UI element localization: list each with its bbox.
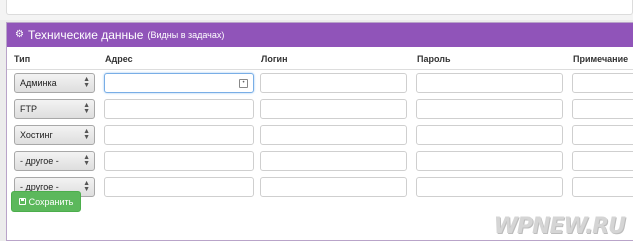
type-select[interactable]: Админка ▲ ▼ bbox=[14, 73, 95, 93]
save-button[interactable]: Сохранить bbox=[11, 191, 81, 212]
address-input[interactable] bbox=[104, 177, 254, 197]
table-row: FTP ▲ ▼ bbox=[7, 99, 633, 121]
column-header-password: Пароль bbox=[417, 54, 451, 64]
top-panel-strip bbox=[0, 0, 633, 20]
type-select[interactable]: - другое - ▲ ▼ bbox=[14, 151, 95, 171]
column-header-login: Логин bbox=[261, 54, 288, 64]
note-input[interactable] bbox=[572, 73, 633, 93]
type-select-value: - другое - bbox=[20, 156, 59, 166]
type-select-value: Хостинг bbox=[20, 130, 53, 140]
panel-header: ⚙ Технические данные (Видны в задачах) bbox=[7, 23, 633, 47]
column-header-address: Адрес bbox=[105, 54, 133, 64]
header-separator bbox=[7, 69, 633, 70]
panel-title: Технические данные bbox=[27, 28, 144, 42]
column-header-type: Тип bbox=[14, 54, 31, 64]
panel-subtitle: (Видны в задачах) bbox=[147, 30, 225, 40]
login-input[interactable] bbox=[260, 151, 407, 171]
column-header-note: Примечание bbox=[573, 54, 629, 64]
save-button-label: Сохранить bbox=[28, 196, 74, 207]
address-input[interactable]: • bbox=[104, 73, 254, 93]
type-select-value: Админка bbox=[20, 78, 57, 88]
select-arrows-icon: ▲ ▼ bbox=[83, 128, 90, 141]
password-input[interactable] bbox=[416, 99, 563, 119]
select-arrows-icon: ▲ ▼ bbox=[83, 180, 90, 193]
address-input[interactable] bbox=[104, 125, 254, 145]
password-input[interactable] bbox=[416, 151, 563, 171]
type-select[interactable]: Хостинг ▲ ▼ bbox=[14, 125, 95, 145]
login-input[interactable] bbox=[260, 73, 407, 93]
top-panel-edge bbox=[6, 0, 633, 15]
watermark-logo: WPNEW.RU bbox=[493, 214, 626, 239]
type-select[interactable]: FTP ▲ ▼ bbox=[14, 99, 95, 119]
note-input[interactable] bbox=[572, 99, 633, 119]
password-input[interactable] bbox=[416, 73, 563, 93]
address-input[interactable] bbox=[104, 151, 254, 171]
address-input[interactable] bbox=[104, 99, 254, 119]
select-arrows-icon: ▲ ▼ bbox=[83, 76, 90, 89]
login-input[interactable] bbox=[260, 125, 407, 145]
select-arrows-icon: ▲ ▼ bbox=[83, 154, 90, 167]
table-row: - другое - ▲ ▼ bbox=[7, 151, 633, 173]
password-input[interactable] bbox=[416, 177, 563, 197]
login-input[interactable] bbox=[260, 177, 407, 197]
type-select-value: FTP bbox=[20, 104, 37, 114]
floppy-icon bbox=[18, 198, 26, 205]
login-input[interactable] bbox=[260, 99, 407, 119]
select-arrows-icon: ▲ ▼ bbox=[83, 102, 90, 115]
table-row: Админка ▲ ▼ • bbox=[7, 73, 633, 95]
gears-icon: ⚙ bbox=[15, 29, 24, 40]
table-row: Хостинг ▲ ▼ bbox=[7, 125, 633, 147]
note-input[interactable] bbox=[572, 125, 633, 145]
tech-data-panel: ⚙ Технические данные (Видны в задачах) Т… bbox=[6, 22, 633, 241]
table-row: - другое - ▲ ▼ bbox=[7, 177, 633, 199]
password-input[interactable] bbox=[416, 125, 563, 145]
password-manager-icon[interactable]: • bbox=[239, 79, 248, 88]
note-input[interactable] bbox=[572, 177, 633, 197]
note-input[interactable] bbox=[572, 151, 633, 171]
